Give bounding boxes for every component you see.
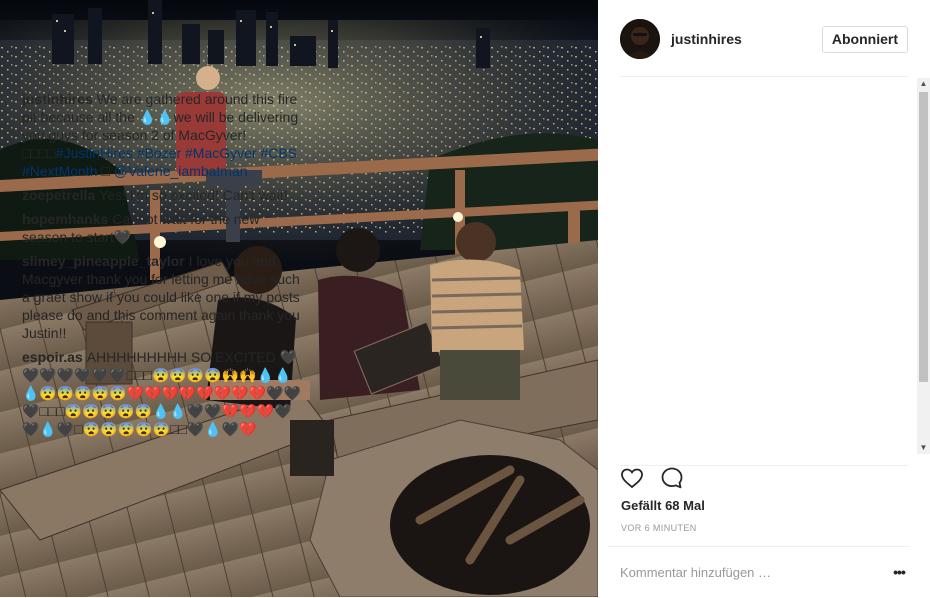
ellipsis-icon[interactable]: ••• — [890, 562, 908, 582]
avatar[interactable] — [620, 19, 660, 59]
scrollbar-thumb[interactable] — [919, 92, 928, 382]
caption-author[interactable]: justinhires — [22, 91, 93, 107]
mention-link[interactable]: @Valerie_iambatman — [114, 163, 248, 179]
comment-item: zoepetrella Yes! I'm so excited! Can't wa… — [22, 186, 308, 204]
comment-author[interactable]: hopemhanks — [22, 211, 108, 227]
hashtag-link[interactable]: #NextMonth — [22, 163, 97, 179]
scroll-down-icon[interactable]: ▼ — [917, 442, 930, 454]
post-header: justinhires Abonniert — [620, 18, 908, 77]
comment-item: slimey_pineapple_taylor I love you and Ma… — [22, 252, 308, 342]
like-count[interactable]: Gefällt 68 Mal — [621, 498, 705, 513]
comment-input[interactable] — [620, 562, 870, 582]
hashtag-link[interactable]: #MacGyver — [185, 145, 257, 161]
username-link[interactable]: justinhires — [671, 31, 742, 47]
caption-text-tail: □ — [101, 163, 110, 179]
comment-item: hopemhanks Cannot wait for the new season… — [22, 210, 308, 246]
caption: justinhires We are gathered around this f… — [22, 90, 308, 180]
following-button[interactable]: Abonniert — [821, 25, 908, 53]
comments-scrollbar[interactable]: ▲ ▼ — [917, 78, 930, 454]
comment-author[interactable]: slimey_pineapple_taylor — [22, 253, 185, 269]
speech-bubble-icon[interactable] — [660, 466, 684, 490]
heart-outline-icon[interactable] — [620, 466, 644, 490]
scroll-up-icon[interactable]: ▲ — [917, 78, 930, 90]
hashtag-link[interactable]: #JustinHires — [56, 145, 133, 161]
add-comment-section: ••• — [608, 546, 910, 598]
heart-outline-svg — [621, 468, 643, 489]
comments-list[interactable]: justinhires We are gathered around this f… — [22, 90, 308, 454]
hashtag-link[interactable]: #CBS — [260, 145, 297, 161]
comment-author[interactable]: zoepetrella — [22, 187, 95, 203]
avatar-image — [620, 19, 660, 59]
comment-author[interactable]: espoir.as — [22, 349, 83, 365]
comment-text: Yes! I'm so excited! Can't wait! — [99, 187, 288, 203]
speech-bubble-svg — [661, 467, 683, 489]
post-timestamp[interactable]: VOR 6 MINUTEN — [621, 523, 697, 533]
hashtag-link[interactable]: #Bozer — [137, 145, 181, 161]
comment-item: espoir.as AHHHHHHHHH SO EXCITED 🖤🖤🖤🖤🖤🖤🖤□□… — [22, 348, 308, 438]
post-actions — [620, 465, 908, 490]
